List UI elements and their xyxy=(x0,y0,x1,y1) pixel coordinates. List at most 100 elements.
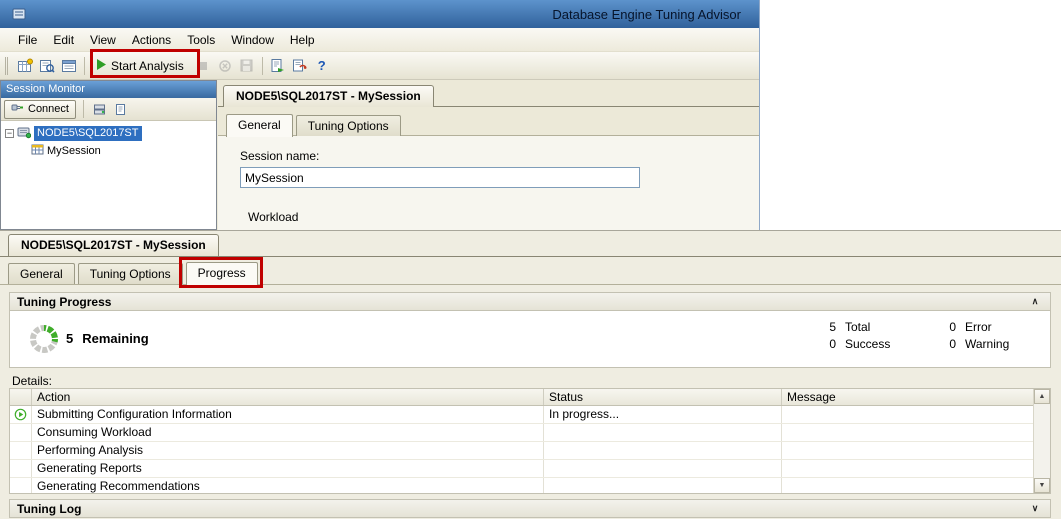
row-message xyxy=(782,478,1033,494)
scrollbar-down-icon[interactable]: ▼ xyxy=(1034,478,1050,493)
table-row[interactable]: Submitting Configuration Information In … xyxy=(10,406,1033,424)
document-tab[interactable]: NODE5\SQL2017ST - MySession xyxy=(8,234,219,256)
stat-success-label: Success xyxy=(845,337,890,351)
tuning-progress-panel: 5 Remaining 5 Total 0 Success 0 Error 0 … xyxy=(9,311,1051,368)
details-table-header: Action Status Message xyxy=(10,389,1033,406)
main-toolbar: Start Analysis ? xyxy=(0,52,759,80)
dta-main-window: Database Engine Tuning Advisor File Edit… xyxy=(0,0,760,230)
menu-view[interactable]: View xyxy=(82,30,124,50)
search-window-icon[interactable] xyxy=(36,55,58,77)
collapse-chevron-icon[interactable]: ∧ xyxy=(1027,295,1043,309)
toolbar-grip[interactable] xyxy=(5,57,10,75)
expand-chevron-icon[interactable]: ∨ xyxy=(1027,502,1043,516)
column-header-message[interactable]: Message xyxy=(782,389,1033,405)
column-header-state[interactable] xyxy=(10,389,32,405)
tree-collapse-icon[interactable]: − xyxy=(5,129,14,138)
connect-button[interactable]: Connect xyxy=(4,100,76,119)
stop-analysis-icon[interactable] xyxy=(192,55,214,77)
tab-tuning-options[interactable]: Tuning Options xyxy=(78,263,183,284)
row-message xyxy=(782,460,1033,477)
tab-general[interactable]: General xyxy=(8,263,75,284)
table-scrollbar[interactable]: ▲ ▼ xyxy=(1033,389,1050,493)
menu-actions[interactable]: Actions xyxy=(124,30,179,50)
titlebar[interactable]: Database Engine Tuning Advisor xyxy=(0,0,759,28)
row-message xyxy=(782,406,1033,423)
tree-server-label[interactable]: NODE5\SQL2017ST xyxy=(34,126,142,141)
row-action: Performing Analysis xyxy=(32,442,544,459)
save-icon[interactable] xyxy=(236,55,258,77)
stat-total-label: Total xyxy=(845,320,870,334)
start-analysis-label: Start Analysis xyxy=(111,59,184,73)
row-status xyxy=(544,460,782,477)
table-row[interactable]: Performing Analysis xyxy=(10,442,1033,460)
new-session-icon[interactable] xyxy=(14,55,36,77)
editor-tab-strip: General Tuning Options Progress xyxy=(8,262,261,284)
toolbar-separator xyxy=(83,100,84,118)
details-label: Details: xyxy=(12,374,52,388)
workload-group-label: Workload xyxy=(248,210,298,224)
window-list-icon[interactable] xyxy=(58,55,80,77)
column-header-status[interactable]: Status xyxy=(544,389,782,405)
connect-icon xyxy=(11,101,24,117)
tab-progress[interactable]: Progress xyxy=(186,262,258,285)
row-message xyxy=(782,424,1033,441)
row-action: Consuming Workload xyxy=(32,424,544,441)
session-name-label: Session name: xyxy=(240,149,319,163)
session-icon xyxy=(31,143,44,159)
window-title: Database Engine Tuning Advisor xyxy=(552,7,751,22)
stat-total: 5 Total xyxy=(822,320,870,334)
tuning-progress-header[interactable]: Tuning Progress ∧ xyxy=(9,292,1051,311)
help-icon[interactable]: ? xyxy=(311,55,333,77)
table-row[interactable]: Generating Reports xyxy=(10,460,1033,478)
table-row[interactable]: Generating Recommendations xyxy=(10,478,1033,494)
start-analysis-play-icon xyxy=(97,59,106,73)
document-tab-line xyxy=(0,256,1061,257)
column-header-action[interactable]: Action xyxy=(32,389,544,405)
row-state-blank xyxy=(10,442,32,459)
cancel-icon[interactable] xyxy=(214,55,236,77)
toolbar-separator xyxy=(84,57,85,75)
general-tab-content: Session name: Workload xyxy=(218,136,760,230)
row-status: In progress... xyxy=(544,406,782,423)
session-monitor-toolbar: Connect xyxy=(1,98,216,121)
menu-help[interactable]: Help xyxy=(282,30,323,50)
menu-file[interactable]: File xyxy=(10,30,45,50)
session-name-input[interactable] xyxy=(240,167,640,188)
scrollbar-up-icon[interactable]: ▲ xyxy=(1034,389,1050,404)
row-status xyxy=(544,424,782,441)
stat-success-value: 0 xyxy=(822,337,836,351)
app-icon xyxy=(8,3,30,25)
row-state-blank xyxy=(10,460,32,477)
tree-session-label[interactable]: MySession xyxy=(47,145,101,157)
stat-warning-value: 0 xyxy=(942,337,956,351)
row-status xyxy=(544,478,782,494)
session-tree: − NODE5\SQL2017ST MySession xyxy=(1,121,216,229)
start-analysis-button[interactable]: Start Analysis xyxy=(89,54,192,78)
refresh-icon[interactable] xyxy=(112,100,130,118)
server-status-icon xyxy=(17,125,31,142)
tuning-log-header[interactable]: Tuning Log ∨ xyxy=(9,499,1051,518)
tree-item-session[interactable]: MySession xyxy=(1,142,216,160)
tuning-progress-title: Tuning Progress xyxy=(17,295,111,309)
document-tab[interactable]: NODE5\SQL2017ST - MySession xyxy=(223,85,434,107)
tuning-log-title: Tuning Log xyxy=(17,502,81,516)
tab-strip-line xyxy=(0,284,1061,285)
menubar: File Edit View Actions Tools Window Help xyxy=(0,28,759,52)
details-table-inner: Action Status Message Submitting Configu… xyxy=(10,389,1033,493)
tab-general[interactable]: General xyxy=(226,114,293,137)
menu-edit[interactable]: Edit xyxy=(45,30,82,50)
tree-item-server[interactable]: − NODE5\SQL2017ST xyxy=(1,124,216,142)
export-icon[interactable] xyxy=(267,55,289,77)
session-editor-pane: NODE5\SQL2017ST - MySession General Tuni… xyxy=(218,80,760,230)
tab-tuning-options[interactable]: Tuning Options xyxy=(296,115,401,136)
menu-window[interactable]: Window xyxy=(223,30,282,50)
server-icon-button[interactable] xyxy=(91,100,109,118)
stat-error-value: 0 xyxy=(942,320,956,334)
stat-error: 0 Error xyxy=(942,320,992,334)
table-row[interactable]: Consuming Workload xyxy=(10,424,1033,442)
details-table: Action Status Message Submitting Configu… xyxy=(9,388,1051,494)
progress-pane-window: NODE5\SQL2017ST - MySession General Tuni… xyxy=(0,230,1061,522)
menu-tools[interactable]: Tools xyxy=(179,30,223,50)
remaining-label: Remaining xyxy=(82,331,148,346)
apply-recommendations-icon[interactable] xyxy=(289,55,311,77)
